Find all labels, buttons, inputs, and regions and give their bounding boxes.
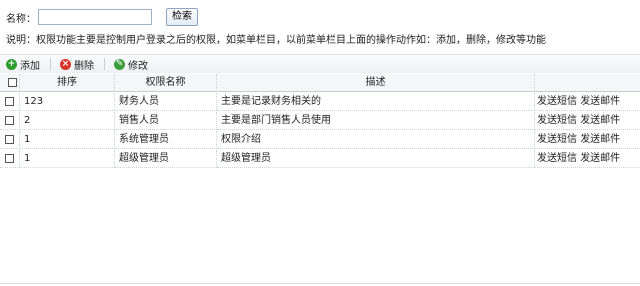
header-name[interactable]: 权限名称 <box>115 74 217 92</box>
delete-label: 删除 <box>74 60 94 72</box>
edit-button[interactable]: ✎ 修改 <box>114 56 148 72</box>
send-sms-link[interactable]: 发送短信 <box>537 96 577 107</box>
cell-desc: 主要是记录财务相关的 <box>217 93 535 111</box>
cell-desc: 主要是部门销售人员使用 <box>217 112 535 130</box>
header-desc[interactable]: 描述 <box>217 74 535 92</box>
edit-icon: ✎ <box>114 58 125 70</box>
send-email-link[interactable]: 发送邮件 <box>580 96 620 107</box>
edit-label: 修改 <box>128 60 148 72</box>
cell-sort: 1 <box>20 131 115 149</box>
cell-name: 超级管理员 <box>115 150 217 168</box>
send-email-link[interactable]: 发送邮件 <box>580 115 620 126</box>
toolbar: + 添加 × 删除 ✎ 修改 <box>0 54 640 73</box>
search-bar: 名称： 检索 <box>6 8 198 26</box>
cell-ops: 发送短信 发送邮件 <box>535 93 640 111</box>
table-row[interactable]: 123 财务人员 主要是记录财务相关的 发送短信 发送邮件 <box>0 93 640 112</box>
table-row[interactable]: 2 销售人员 主要是部门销售人员使用 发送短信 发送邮件 <box>0 112 640 131</box>
send-sms-link[interactable]: 发送短信 <box>537 134 577 145</box>
description-text: 说明：权限功能主要是控制用户登录之后的权限，如菜单栏目，以前菜单栏目上面的操作动… <box>6 35 546 46</box>
search-button[interactable]: 检索 <box>166 8 198 26</box>
table-row[interactable]: 1 系统管理员 权限介绍 发送短信 发送邮件 <box>0 131 640 150</box>
header-sort[interactable]: 排序 <box>20 74 115 92</box>
send-sms-link[interactable]: 发送短信 <box>537 115 577 126</box>
delete-icon: × <box>60 58 71 70</box>
send-email-link[interactable]: 发送邮件 <box>580 153 620 164</box>
cell-name: 销售人员 <box>115 112 217 130</box>
send-sms-link[interactable]: 发送短信 <box>537 153 577 164</box>
plus-icon: + <box>6 58 17 70</box>
add-button[interactable]: + 添加 <box>6 56 40 72</box>
cell-sort: 1 <box>20 150 115 168</box>
cell-desc: 权限介绍 <box>217 131 535 149</box>
toolbar-separator <box>50 58 51 70</box>
row-checkbox[interactable] <box>5 135 14 144</box>
select-all-checkbox[interactable] <box>7 78 17 87</box>
header-ops <box>535 74 640 92</box>
cell-ops: 发送短信 发送邮件 <box>535 131 640 149</box>
row-checkbox[interactable] <box>5 116 14 125</box>
table-row[interactable]: 1 超级管理员 超级管理员 发送短信 发送邮件 <box>0 150 640 169</box>
search-input[interactable] <box>38 9 152 25</box>
toolbar-separator <box>104 58 105 70</box>
search-label: 名称： <box>6 13 36 25</box>
cell-sort: 123 <box>20 93 115 111</box>
delete-button[interactable]: × 删除 <box>60 56 94 72</box>
cell-ops: 发送短信 发送邮件 <box>535 150 640 168</box>
row-checkbox[interactable] <box>5 154 14 163</box>
send-email-link[interactable]: 发送邮件 <box>580 134 620 145</box>
grid-bottom-border <box>0 283 640 284</box>
row-checkbox[interactable] <box>5 97 14 106</box>
cell-name: 财务人员 <box>115 93 217 111</box>
cell-sort: 2 <box>20 112 115 130</box>
table-header: 排序 权限名称 描述 <box>0 74 640 93</box>
add-label: 添加 <box>20 60 40 72</box>
cell-ops: 发送短信 发送邮件 <box>535 112 640 130</box>
cell-desc: 超级管理员 <box>217 150 535 168</box>
cell-name: 系统管理员 <box>115 131 217 149</box>
